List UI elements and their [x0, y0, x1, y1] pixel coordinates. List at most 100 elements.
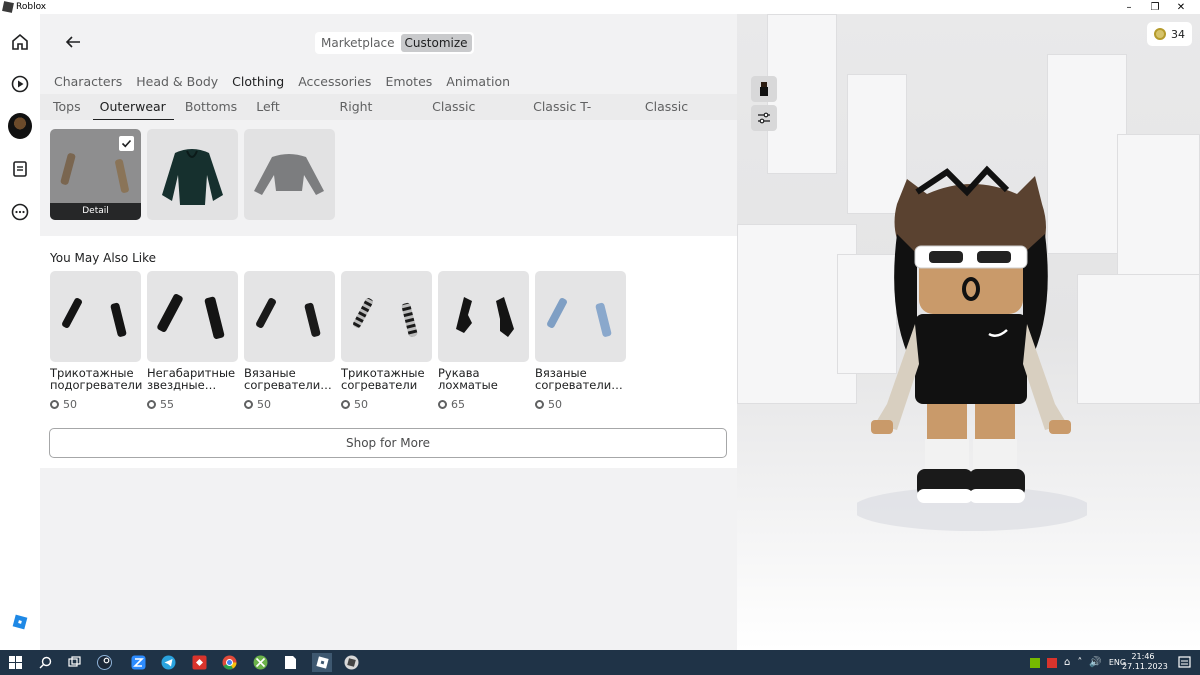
subtab-left-shoes[interactable]: Left Shoes [249, 94, 328, 139]
selected-check-icon [119, 136, 134, 151]
recommended-item[interactable]: Вязаные согреватели… 50 [244, 271, 335, 411]
file-icon[interactable] [282, 654, 299, 671]
xbox-icon[interactable] [252, 654, 269, 671]
system-tray: ⌂ ˄ 🔊 ENG [1030, 650, 1133, 675]
clock[interactable]: 21:46 27.11.2023 [1122, 652, 1168, 672]
window-title: Roblox [16, 2, 47, 12]
tab-head-body[interactable]: Head & Body [129, 70, 225, 94]
subtab-tops[interactable]: Tops [46, 94, 89, 120]
subtab-outerwear[interactable]: Outerwear [92, 94, 175, 121]
subtab-classic-pants[interactable]: Classic Pants [638, 94, 733, 139]
clock-time: 21:46 [1131, 652, 1155, 661]
owned-items-grid: Detail [40, 120, 737, 236]
volume-icon[interactable]: 🔊 [1089, 657, 1101, 668]
home-icon[interactable] [8, 30, 32, 54]
nvidia-icon[interactable] [1030, 657, 1040, 668]
back-arrow-icon[interactable] [62, 31, 84, 53]
robux-icon [341, 400, 350, 409]
background-block [767, 14, 837, 174]
tab-characters[interactable]: Characters [47, 70, 129, 94]
roblox-studio-icon[interactable] [343, 654, 360, 671]
roblox-taskbar-icon[interactable] [312, 653, 332, 672]
anydesk-icon[interactable] [191, 654, 208, 671]
zoom-icon[interactable] [130, 654, 147, 671]
item-thumbnail[interactable] [341, 271, 432, 362]
item-thumbnail[interactable] [244, 271, 335, 362]
tab-animation[interactable]: Animation [439, 70, 517, 94]
recommendations-section: You May Also Like Трикотажные подогреват… [40, 236, 737, 468]
character-icon [760, 82, 768, 96]
windows-taskbar: ⌂ ˄ 🔊 ENG 21:46 27.11.2023 [0, 650, 1200, 675]
item-thumbnail[interactable] [50, 271, 141, 362]
recommendations-title: You May Also Like [50, 251, 156, 265]
task-view-icon[interactable] [66, 654, 83, 671]
item-price: 55 [160, 398, 174, 411]
item-price: 50 [548, 398, 562, 411]
recommended-item[interactable]: Трикотажные подогреватели 50 [50, 271, 142, 411]
restore-button[interactable]: ❐ [1142, 0, 1168, 14]
customize-tab[interactable]: Customize [400, 34, 472, 52]
top-bar: Marketplace Customize [40, 14, 737, 70]
notifications-icon[interactable] [1176, 654, 1193, 671]
windows-start-icon[interactable] [7, 654, 24, 671]
owned-item-jacket[interactable] [147, 129, 238, 220]
avatar-icon[interactable] [8, 113, 32, 139]
detail-label[interactable]: Detail [50, 203, 141, 220]
left-nav-rail [0, 14, 40, 650]
steam-icon[interactable] [96, 654, 113, 671]
item-name[interactable]: Вязаные согреватели… [535, 367, 635, 391]
subtab-classic-shirts[interactable]: Classic Shirts [425, 94, 522, 139]
tab-accessories[interactable]: Accessories [291, 70, 378, 94]
robux-amount: 34 [1171, 27, 1185, 41]
chrome-icon[interactable] [221, 654, 238, 671]
play-icon[interactable] [8, 72, 32, 96]
item-thumbnail[interactable] [438, 271, 529, 362]
robux-balance[interactable]: 34 [1147, 22, 1192, 46]
item-name[interactable]: Негабаритные звездные… [147, 367, 247, 391]
recommended-item[interactable]: Трикотажные согреватели 50 [341, 271, 432, 411]
adjust-button[interactable] [751, 105, 777, 131]
item-price: 65 [451, 398, 465, 411]
tray-app-icon[interactable] [1047, 657, 1057, 668]
more-icon[interactable] [8, 200, 32, 224]
telegram-icon[interactable] [160, 654, 177, 671]
owned-item-sweater[interactable] [244, 129, 335, 220]
minimize-button[interactable]: – [1116, 0, 1142, 14]
mode-switcher: Marketplace Customize [315, 32, 474, 54]
search-icon[interactable] [37, 654, 54, 671]
chat-icon[interactable] [8, 157, 32, 181]
avatar-3d-viewport[interactable]: 34 [737, 14, 1200, 650]
item-name[interactable]: Рукава лохматые [438, 367, 538, 391]
network-icon[interactable]: ⌂ [1064, 657, 1070, 668]
tab-emotes[interactable]: Emotes [378, 70, 439, 94]
item-name[interactable]: Трикотажные подогреватели [50, 367, 150, 391]
recommended-item[interactable]: Рукава лохматые 65 [438, 271, 529, 411]
sweater-gray-thumbnail [254, 154, 324, 195]
owned-item-sleeves[interactable]: Detail [50, 129, 141, 220]
item-price: 50 [354, 398, 368, 411]
character-view-button[interactable] [751, 76, 777, 102]
item-name[interactable]: Трикотажные согреватели [341, 367, 441, 391]
item-name[interactable]: Вязаные согреватели… [244, 367, 344, 391]
robux-icon [244, 400, 253, 409]
marketplace-tab[interactable]: Marketplace [317, 34, 399, 52]
sliders-icon [758, 112, 770, 124]
chevron-up-icon[interactable]: ˄ [1077, 657, 1082, 668]
item-price: 50 [63, 398, 77, 411]
close-button[interactable]: ✕ [1168, 0, 1194, 14]
item-thumbnail[interactable] [535, 271, 626, 362]
subtab-bottoms[interactable]: Bottoms [178, 94, 245, 120]
shop-for-more-button[interactable]: Shop for More [49, 428, 727, 458]
item-thumbnail[interactable] [147, 271, 238, 362]
robux-icon [535, 400, 544, 409]
item-price: 50 [257, 398, 271, 411]
tab-clothing[interactable]: Clothing [225, 70, 291, 94]
recommended-item[interactable]: Вязаные согреватели… 50 [535, 271, 626, 411]
avatar-figure [857, 165, 1087, 531]
robux-icon [50, 400, 59, 409]
jacket-green-thumbnail [162, 149, 223, 205]
subtab-right-shoes[interactable]: Right Shoes [333, 94, 422, 139]
window-titlebar: Roblox – ❐ ✕ [0, 0, 1200, 14]
recommended-item[interactable]: Негабаритные звездные… 55 [147, 271, 238, 411]
subtab-classic-tshirts[interactable]: Classic T-Shirts [526, 94, 634, 139]
